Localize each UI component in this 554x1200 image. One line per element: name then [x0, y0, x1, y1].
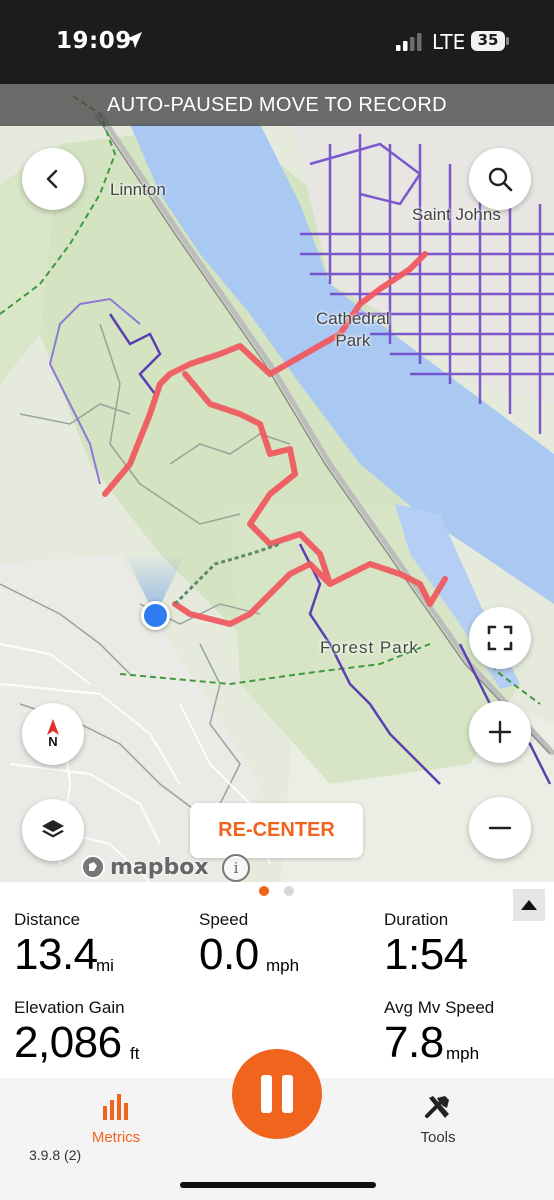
map-label-saint-johns: Saint Johns: [412, 205, 501, 224]
speed-value: 0.0: [199, 930, 259, 979]
status-time: 19:09: [56, 28, 132, 54]
distance-label: Distance: [14, 910, 81, 929]
speed-label: Speed: [199, 910, 249, 929]
current-location-marker: [141, 601, 170, 630]
compass-north-label: N: [48, 734, 58, 749]
search-button[interactable]: [469, 148, 531, 210]
page-indicator-dot[interactable]: [284, 886, 294, 896]
map-label-cathedral-park: Cathedral Park: [316, 308, 390, 352]
layers-icon: [42, 820, 64, 838]
distance-unit: mi: [96, 956, 114, 975]
pause-button[interactable]: [232, 1049, 322, 1139]
caret-up-icon: [521, 900, 537, 910]
page-indicator-dot-active[interactable]: [259, 886, 269, 896]
pause-icon: [261, 1075, 293, 1113]
compass-button[interactable]: N: [22, 703, 84, 765]
minus-icon: [488, 826, 512, 830]
distance-value: 13.4: [14, 930, 98, 979]
plus-icon: [488, 720, 512, 744]
fullscreen-button[interactable]: [469, 607, 531, 669]
map-label-cathedral-line2: Park: [335, 331, 371, 350]
avg-moving-speed-unit: mph: [446, 1044, 480, 1063]
avg-moving-speed-label: Avg Mv Speed: [384, 998, 495, 1017]
map-canvas: [0, 93, 554, 882]
recenter-button[interactable]: RE-CENTER: [190, 803, 363, 858]
auto-pause-banner: AUTO-PAUSED MOVE TO RECORD: [0, 84, 554, 126]
back-button[interactable]: [22, 148, 84, 210]
elevation-gain-label: Elevation Gain: [14, 998, 125, 1017]
mapbox-logo: mapbox: [80, 852, 209, 882]
tools-icon: [425, 1096, 449, 1118]
chevron-left-icon: [46, 169, 58, 189]
map-label-forest-park: Forest Park: [320, 638, 419, 657]
tab-metrics-label: Metrics: [91, 1129, 141, 1146]
battery-level: 35: [477, 31, 499, 49]
map-label-cathedral-line1: Cathedral: [316, 309, 390, 328]
tab-tools[interactable]: Tools: [402, 1092, 474, 1148]
home-indicator: [180, 1182, 376, 1188]
speed-unit: mph: [266, 956, 300, 975]
collapse-panel-button[interactable]: [513, 889, 545, 921]
search-icon: [488, 167, 513, 192]
tab-metrics[interactable]: Metrics: [80, 1092, 152, 1148]
location-arrow-icon: [126, 32, 142, 48]
duration-label: Duration: [384, 910, 449, 929]
zoom-out-button[interactable]: [469, 797, 531, 859]
fullscreen-icon: [487, 625, 513, 651]
tab-tools-label: Tools: [420, 1129, 456, 1146]
elevation-gain-value: 2,086: [14, 1018, 122, 1067]
duration-value: 1:54: [384, 930, 468, 979]
zoom-in-button[interactable]: [469, 701, 531, 763]
network-type: LTE: [432, 30, 466, 54]
bar-chart-icon: [103, 1094, 128, 1120]
mapbox-logo-text: mapbox: [110, 854, 209, 880]
compass-north-icon: [47, 719, 59, 735]
map-view[interactable]: [0, 84, 554, 882]
status-bar: 19:09 LTE 35: [0, 0, 554, 84]
map-info-button[interactable]: i: [222, 854, 250, 882]
elevation-gain-unit: ft: [130, 1044, 140, 1063]
map-layers-button[interactable]: [22, 799, 84, 861]
mapbox-logo-icon: [81, 855, 105, 879]
map-label-linnton: Linnton: [110, 180, 166, 199]
cell-signal-icon: [396, 33, 422, 51]
app-version: 3.9.8 (2): [29, 1147, 82, 1163]
avg-moving-speed-value: 7.8: [384, 1018, 444, 1067]
